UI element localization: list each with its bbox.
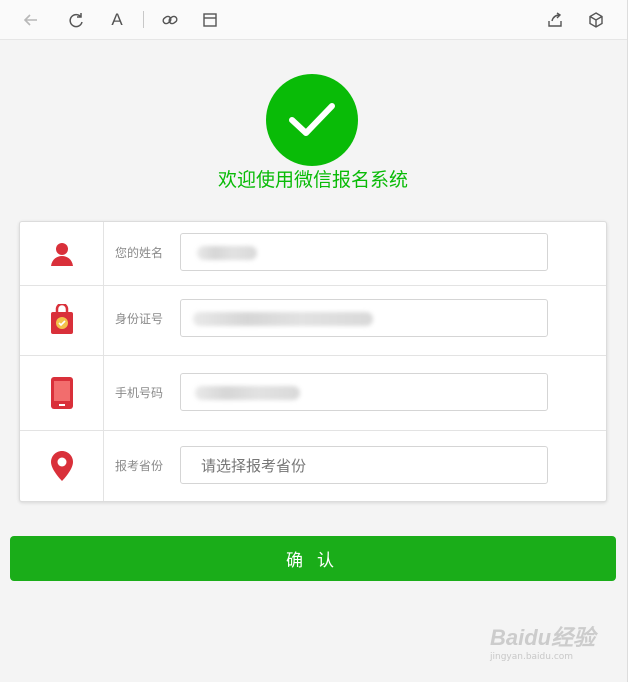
watermark-url: jingyan.baidu.com: [490, 652, 574, 662]
back-arrow-icon[interactable]: [18, 7, 44, 33]
name-input[interactable]: [180, 233, 548, 271]
form-row-province: 报考省份 请选择报考省份: [20, 430, 606, 501]
baidu-watermark: Baidu经验 jingyan.baidu.com: [490, 612, 610, 672]
province-label: 报考省份: [115, 459, 164, 473]
form-row-phone: 手机号码: [20, 355, 606, 431]
redacted-id: [193, 312, 373, 326]
link-icon[interactable]: [157, 7, 183, 33]
location-pin-icon: [20, 430, 104, 501]
phone-icon: [20, 355, 104, 430]
font-glyph: A: [111, 10, 123, 29]
refresh-icon[interactable]: [63, 7, 89, 33]
province-placeholder: 请选择报考省份: [201, 457, 307, 475]
watermark-brand: Baidu经验: [490, 625, 596, 650]
browser-toolbar: A: [0, 0, 628, 40]
toolbar-divider: [143, 11, 144, 28]
id-number-input[interactable]: [180, 299, 548, 337]
confirm-button[interactable]: 确认: [10, 536, 616, 581]
redacted-phone: [195, 386, 300, 400]
window-icon[interactable]: [197, 7, 223, 33]
id-badge-icon: [20, 285, 104, 355]
id-label: 身份证号: [115, 312, 164, 326]
redacted-name: [197, 246, 257, 260]
page-scrollbar[interactable]: [627, 0, 638, 682]
success-check-icon: [266, 74, 358, 166]
person-icon: [20, 222, 104, 285]
province-select[interactable]: 请选择报考省份: [180, 446, 548, 484]
registration-form: 您的姓名 身份证号 手机号码 报考省份 请选择报考省份: [19, 221, 607, 502]
welcome-title: 欢迎使用微信报名系统: [217, 169, 408, 191]
text-font-icon[interactable]: A: [104, 7, 130, 33]
form-row-id: 身份证号: [20, 285, 606, 356]
form-row-name: 您的姓名: [20, 222, 606, 286]
phone-input[interactable]: [180, 373, 548, 411]
name-label: 您的姓名: [115, 246, 164, 260]
share-icon[interactable]: [542, 7, 568, 33]
cube-icon[interactable]: [583, 7, 609, 33]
phone-label: 手机号码: [115, 386, 164, 400]
